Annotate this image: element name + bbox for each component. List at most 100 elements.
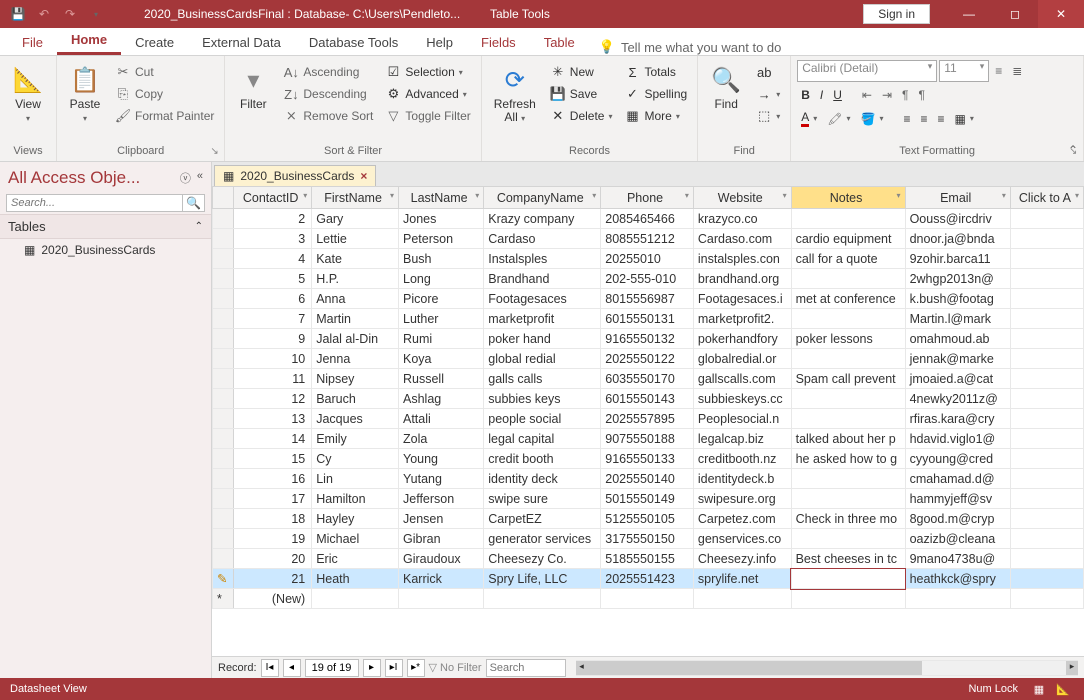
cell[interactable]: galls calls [484,369,601,389]
cell[interactable]: 2025550140 [601,469,694,489]
table-row[interactable]: 2 Gary Jones Krazy company 2085465466 kr… [213,209,1084,229]
undo-icon[interactable]: ↶ [32,2,56,26]
cell[interactable] [484,589,601,609]
cell[interactable]: marketprofit2. [693,309,791,329]
record-position-input[interactable] [305,659,359,677]
cell[interactable]: 5015550149 [601,489,694,509]
collapse-group-icon[interactable]: ⌃ [195,221,203,232]
cell[interactable] [1010,449,1083,469]
cell[interactable]: Bush [399,249,484,269]
cell[interactable]: 9075550188 [601,429,694,449]
cell[interactable]: met at conference [791,289,905,309]
cell[interactable] [1010,549,1083,569]
cell[interactable]: Cy [312,449,399,469]
row-selector[interactable] [213,369,234,389]
filter-button[interactable]: ▾ Filter [231,60,275,115]
column-header[interactable]: Website▾ [693,187,791,209]
cell[interactable]: 14 [234,429,312,449]
cell[interactable]: 18 [234,509,312,529]
ltr-icon[interactable]: ¶ [914,86,928,104]
tab-help[interactable]: Help [412,30,467,55]
cell[interactable]: Jefferson [399,489,484,509]
cell[interactable]: subbies keys [484,389,601,409]
cell[interactable] [791,589,905,609]
nav-item-businesscards[interactable]: ▦ 2020_BusinessCards [0,239,211,261]
copy-button[interactable]: ⎘Copy [111,84,218,104]
column-header[interactable]: FirstName▾ [312,187,399,209]
tab-database-tools[interactable]: Database Tools [295,30,412,55]
cell[interactable]: Spry Life, LLC [484,569,601,589]
cell[interactable]: Instalsples [484,249,601,269]
cell[interactable]: Footagesaces.i [693,289,791,309]
toggle-filter-button[interactable]: ▽Toggle Filter [381,106,474,126]
cell[interactable]: generator services [484,529,601,549]
table-row[interactable]: 10 Jenna Koya global redial 2025550122 g… [213,349,1084,369]
italic-button[interactable]: I [816,86,827,104]
row-selector[interactable] [213,469,234,489]
cell[interactable]: 4newky2011z@ [905,389,1010,409]
cell[interactable]: Giraudoux [399,549,484,569]
row-selector[interactable] [213,409,234,429]
row-selector[interactable] [213,349,234,369]
cell[interactable]: Cheesezy.info [693,549,791,569]
cell[interactable]: Krazy company [484,209,601,229]
cell[interactable]: Hayley [312,509,399,529]
cell[interactable]: 8good.m@cryp [905,509,1010,529]
cell[interactable]: 5185550155 [601,549,694,569]
cell[interactable]: Oouss@ircdriv [905,209,1010,229]
rtl-icon[interactable]: ¶ [898,86,912,104]
underline-button[interactable]: U [829,86,846,104]
cell[interactable] [693,589,791,609]
table-row[interactable]: 16 Lin Yutang identity deck 2025550140 i… [213,469,1084,489]
first-record-button[interactable]: I◂ [261,659,279,677]
bold-button[interactable]: B [797,86,814,104]
cell[interactable]: 20 [234,549,312,569]
ascending-button[interactable]: A↓Ascending [279,62,377,82]
row-selector[interactable] [213,429,234,449]
more-button[interactable]: ▦More ▾ [621,106,692,126]
cell[interactable]: Baruch [312,389,399,409]
cell[interactable]: Jones [399,209,484,229]
row-selector[interactable] [213,329,234,349]
cell[interactable]: Jensen [399,509,484,529]
cell[interactable]: brandhand.org [693,269,791,289]
cell[interactable] [1010,429,1083,449]
cell[interactable] [791,309,905,329]
cell[interactable]: gallscalls.com [693,369,791,389]
cell[interactable]: Peoplesocial.n [693,409,791,429]
minimize-icon[interactable]: — [946,0,992,28]
cell[interactable]: Michael [312,529,399,549]
column-header[interactable]: Notes▾ [791,187,905,209]
row-selector[interactable] [213,549,234,569]
nav-search-button[interactable]: 🔍 [183,194,205,212]
cell[interactable]: Koya [399,349,484,369]
cell[interactable]: 2085465466 [601,209,694,229]
cell[interactable] [1010,569,1083,589]
cell[interactable] [791,349,905,369]
numbering-icon[interactable]: ≣ [1008,62,1026,80]
cell[interactable]: 2025550122 [601,349,694,369]
table-row[interactable]: 7 Martin Luther marketprofit 6015550131 … [213,309,1084,329]
table-row[interactable]: 12 Baruch Ashlag subbies keys 6015550143… [213,389,1084,409]
column-header[interactable]: LastName▾ [399,187,484,209]
bullets-icon[interactable]: ≡ [991,62,1006,80]
cell[interactable] [791,489,905,509]
cell[interactable]: poker lessons [791,329,905,349]
cell[interactable]: H.P. [312,269,399,289]
cell[interactable]: Eric [312,549,399,569]
selection-button[interactable]: ☑Selection ▾ [381,62,474,82]
cell[interactable] [1010,229,1083,249]
save-record-button[interactable]: 💾Save [546,84,617,104]
new-row[interactable]: *(New) [213,589,1084,609]
row-selector[interactable] [213,449,234,469]
table-row[interactable]: 14 Emily Zola legal capital 9075550188 l… [213,429,1084,449]
qat-customize-icon[interactable]: ▾ [84,2,108,26]
descending-button[interactable]: Z↓Descending [279,84,377,104]
cell[interactable] [1010,529,1083,549]
cell[interactable]: Ashlag [399,389,484,409]
close-tab-icon[interactable]: × [360,169,367,183]
datasheet-view-button[interactable]: ▦ [1028,680,1050,698]
table-row[interactable]: 17 Hamilton Jefferson swipe sure 5015550… [213,489,1084,509]
cell[interactable]: 9zohir.barca11 [905,249,1010,269]
cell[interactable] [1010,409,1083,429]
